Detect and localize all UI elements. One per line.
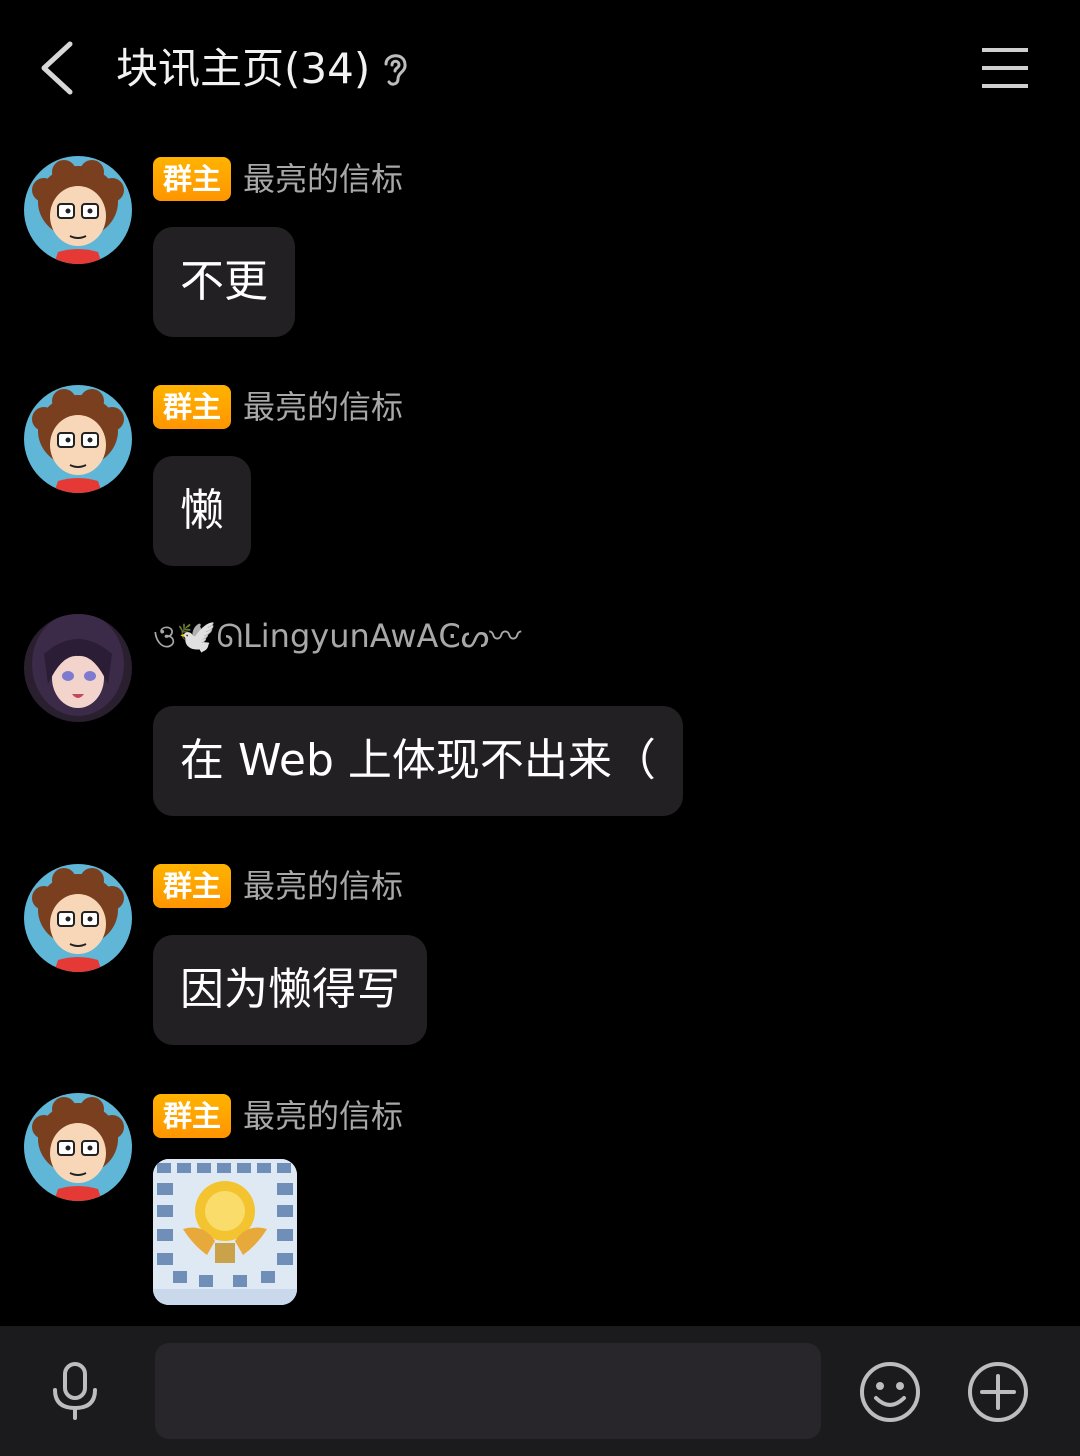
avatar[interactable]	[24, 385, 132, 493]
sender-row: 群主 最亮的信标	[153, 864, 403, 908]
sticker-image[interactable]	[153, 1159, 297, 1305]
message-bubble[interactable]: 不更	[153, 227, 295, 337]
avatar[interactable]	[24, 1093, 132, 1201]
sender-name[interactable]: ও🕊️ᘏLingyunAwAϾ⁠ᔕ⁠〰	[153, 614, 521, 658]
voice-button[interactable]	[44, 1360, 106, 1422]
more-button[interactable]	[966, 1360, 1030, 1424]
avatar[interactable]	[24, 156, 132, 264]
ear-icon[interactable]	[378, 48, 412, 88]
owner-badge: 群主	[153, 864, 232, 908]
message-bubble[interactable]: 懒	[153, 456, 251, 566]
back-button[interactable]	[30, 30, 90, 106]
sender-row: ও🕊️ᘏLingyunAwAϾ⁠ᔕ⁠〰	[153, 614, 521, 658]
menu-button[interactable]	[978, 44, 1032, 92]
chat-title: 块讯主页(34)	[116, 44, 371, 93]
hamburger-menu-icon	[982, 48, 1028, 88]
avatar[interactable]	[24, 864, 132, 972]
owner-badge: 群主	[153, 157, 232, 201]
sender-name[interactable]: 最亮的信标	[243, 157, 403, 201]
sender-name[interactable]: 最亮的信标	[243, 385, 403, 429]
message-bubble[interactable]: 在 Web 上体现不出来（	[153, 706, 683, 816]
smiley-icon	[860, 1362, 920, 1422]
sender-name[interactable]: 最亮的信标	[243, 864, 403, 908]
sender-name[interactable]: 最亮的信标	[243, 1094, 403, 1138]
microphone-icon	[53, 1362, 97, 1420]
chevron-left-icon	[41, 41, 73, 95]
message-bubble[interactable]: 因为懒得写	[153, 935, 427, 1045]
owner-badge: 群主	[153, 385, 232, 429]
emoji-button[interactable]	[858, 1360, 922, 1424]
owner-badge: 群主	[153, 1094, 232, 1138]
input-bar	[0, 1326, 1080, 1456]
message-input[interactable]	[155, 1343, 821, 1439]
avatar[interactable]	[24, 614, 132, 722]
sender-row: 群主 最亮的信标	[153, 385, 403, 429]
chat-header: 块讯主页(34)	[0, 0, 1080, 140]
sender-row: 群主 最亮的信标	[153, 157, 403, 201]
plus-circle-icon	[968, 1362, 1028, 1422]
sender-row: 群主 最亮的信标	[153, 1094, 403, 1138]
